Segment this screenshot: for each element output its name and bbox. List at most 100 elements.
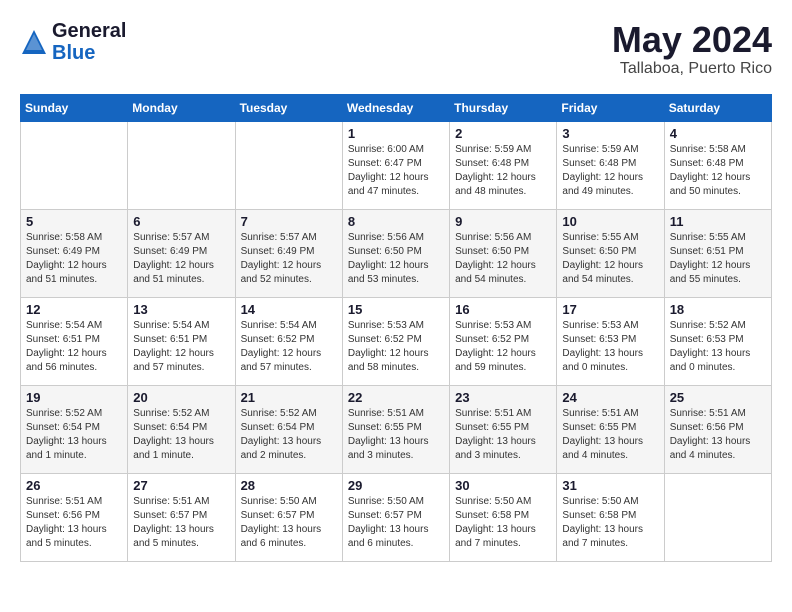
day-number: 15	[348, 302, 444, 317]
calendar-cell	[128, 121, 235, 209]
calendar-cell: 7 Sunrise: 5:57 AM Sunset: 6:49 PM Daylig…	[235, 209, 342, 297]
day-number: 27	[133, 478, 229, 493]
calendar-cell: 15Sunrise: 5:53 AM Sunset: 6:52 PM Dayli…	[342, 297, 449, 385]
weekday-header: Wednesday	[342, 94, 449, 121]
calendar-week-row: 12 Sunrise: 5:54 AM Sunset: 6:51 PM Dayli…	[21, 297, 772, 385]
day-number: 24	[562, 390, 658, 405]
day-number: 30	[455, 478, 551, 493]
calendar-week-row: 1 Sunrise: 6:00 AM Sunset: 6:47 PM Daylig…	[21, 121, 772, 209]
day-number: 13	[133, 302, 229, 317]
day-number: 23	[455, 390, 551, 405]
calendar-cell: 12 Sunrise: 5:54 AM Sunset: 6:51 PM Dayli…	[21, 297, 128, 385]
day-info: Sunrise: 5:51 AM Sunset: 6:57 PM Dayligh…	[133, 495, 229, 551]
logo-blue: Blue	[52, 42, 126, 64]
day-info: Sunrise: 5:51 AM Sunset: 6:55 PM Dayligh…	[455, 407, 551, 463]
calendar-week-row: 5Sunrise: 5:58 AM Sunset: 6:49 PM Daylig…	[21, 209, 772, 297]
calendar-cell: 5Sunrise: 5:58 AM Sunset: 6:49 PM Daylig…	[21, 209, 128, 297]
day-number: 9	[455, 214, 551, 229]
month-title: May 2024	[612, 20, 772, 60]
calendar-week-row: 26 Sunrise: 5:51 AM Sunset: 6:56 PM Dayli…	[21, 473, 772, 561]
day-number: 29	[348, 478, 444, 493]
day-number: 10	[562, 214, 658, 229]
day-info: Sunrise: 5:52 AM Sunset: 6:54 PM Dayligh…	[241, 407, 337, 463]
logo-general: General	[52, 20, 126, 42]
day-number: 18	[670, 302, 766, 317]
day-number: 20	[133, 390, 229, 405]
day-info: Sunrise: 5:51 AM Sunset: 6:56 PM Dayligh…	[26, 495, 122, 551]
title-block: May 2024 Tallaboa, Puerto Rico	[612, 20, 772, 78]
calendar-cell: 3 Sunrise: 5:59 AM Sunset: 6:48 PM Daylig…	[557, 121, 664, 209]
day-number: 4	[670, 126, 766, 141]
day-number: 16	[455, 302, 551, 317]
day-number: 12	[26, 302, 122, 317]
location-title: Tallaboa, Puerto Rico	[612, 60, 772, 78]
calendar-week-row: 19 Sunrise: 5:52 AM Sunset: 6:54 PM Dayli…	[21, 385, 772, 473]
calendar-table: SundayMondayTuesdayWednesdayThursdayFrid…	[20, 94, 772, 562]
page-header: General Blue May 2024 Tallaboa, Puerto R…	[20, 20, 772, 78]
calendar-cell	[235, 121, 342, 209]
day-number: 17	[562, 302, 658, 317]
day-info: Sunrise: 5:51 AM Sunset: 6:55 PM Dayligh…	[562, 407, 658, 463]
day-info: Sunrise: 5:58 AM Sunset: 6:49 PM Dayligh…	[26, 231, 122, 287]
day-info: Sunrise: 5:53 AM Sunset: 6:53 PM Dayligh…	[562, 319, 658, 375]
calendar-cell: 8Sunrise: 5:56 AM Sunset: 6:50 PM Daylig…	[342, 209, 449, 297]
day-info: Sunrise: 5:50 AM Sunset: 6:57 PM Dayligh…	[241, 495, 337, 551]
calendar-cell: 28 Sunrise: 5:50 AM Sunset: 6:57 PM Dayli…	[235, 473, 342, 561]
calendar-cell: 14Sunrise: 5:54 AM Sunset: 6:52 PM Dayli…	[235, 297, 342, 385]
day-number: 11	[670, 214, 766, 229]
day-info: Sunrise: 5:59 AM Sunset: 6:48 PM Dayligh…	[455, 143, 551, 199]
day-info: Sunrise: 6:00 AM Sunset: 6:47 PM Dayligh…	[348, 143, 444, 199]
calendar-cell: 27 Sunrise: 5:51 AM Sunset: 6:57 PM Dayli…	[128, 473, 235, 561]
day-number: 26	[26, 478, 122, 493]
day-info: Sunrise: 5:54 AM Sunset: 6:51 PM Dayligh…	[133, 319, 229, 375]
day-info: Sunrise: 5:52 AM Sunset: 6:54 PM Dayligh…	[133, 407, 229, 463]
calendar-cell: 29 Sunrise: 5:50 AM Sunset: 6:57 PM Dayli…	[342, 473, 449, 561]
day-info: Sunrise: 5:55 AM Sunset: 6:50 PM Dayligh…	[562, 231, 658, 287]
calendar-cell: 11 Sunrise: 5:55 AM Sunset: 6:51 PM Dayli…	[664, 209, 771, 297]
calendar-cell: 30 Sunrise: 5:50 AM Sunset: 6:58 PM Dayli…	[450, 473, 557, 561]
calendar-cell: 17 Sunrise: 5:53 AM Sunset: 6:53 PM Dayli…	[557, 297, 664, 385]
calendar-cell: 23 Sunrise: 5:51 AM Sunset: 6:55 PM Dayli…	[450, 385, 557, 473]
calendar-cell: 31 Sunrise: 5:50 AM Sunset: 6:58 PM Dayli…	[557, 473, 664, 561]
day-info: Sunrise: 5:50 AM Sunset: 6:58 PM Dayligh…	[562, 495, 658, 551]
calendar-cell: 24 Sunrise: 5:51 AM Sunset: 6:55 PM Dayli…	[557, 385, 664, 473]
day-number: 1	[348, 126, 444, 141]
weekday-header: Thursday	[450, 94, 557, 121]
day-number: 2	[455, 126, 551, 141]
day-number: 3	[562, 126, 658, 141]
calendar-header: SundayMondayTuesdayWednesdayThursdayFrid…	[21, 94, 772, 121]
logo-text: General Blue	[52, 20, 126, 64]
calendar-cell: 1 Sunrise: 6:00 AM Sunset: 6:47 PM Daylig…	[342, 121, 449, 209]
day-number: 14	[241, 302, 337, 317]
calendar-cell: 10 Sunrise: 5:55 AM Sunset: 6:50 PM Dayli…	[557, 209, 664, 297]
day-number: 6	[133, 214, 229, 229]
calendar-cell: 21 Sunrise: 5:52 AM Sunset: 6:54 PM Dayli…	[235, 385, 342, 473]
day-info: Sunrise: 5:51 AM Sunset: 6:56 PM Dayligh…	[670, 407, 766, 463]
weekday-header: Monday	[128, 94, 235, 121]
weekday-header: Tuesday	[235, 94, 342, 121]
calendar-cell: 4 Sunrise: 5:58 AM Sunset: 6:48 PM Daylig…	[664, 121, 771, 209]
day-info: Sunrise: 5:58 AM Sunset: 6:48 PM Dayligh…	[670, 143, 766, 199]
day-info: Sunrise: 5:57 AM Sunset: 6:49 PM Dayligh…	[241, 231, 337, 287]
day-number: 19	[26, 390, 122, 405]
day-info: Sunrise: 5:54 AM Sunset: 6:51 PM Dayligh…	[26, 319, 122, 375]
day-info: Sunrise: 5:59 AM Sunset: 6:48 PM Dayligh…	[562, 143, 658, 199]
day-number: 21	[241, 390, 337, 405]
day-number: 28	[241, 478, 337, 493]
day-info: Sunrise: 5:50 AM Sunset: 6:57 PM Dayligh…	[348, 495, 444, 551]
calendar-cell: 2 Sunrise: 5:59 AM Sunset: 6:48 PM Daylig…	[450, 121, 557, 209]
day-info: Sunrise: 5:50 AM Sunset: 6:58 PM Dayligh…	[455, 495, 551, 551]
day-number: 25	[670, 390, 766, 405]
day-info: Sunrise: 5:51 AM Sunset: 6:55 PM Dayligh…	[348, 407, 444, 463]
calendar-cell	[664, 473, 771, 561]
day-info: Sunrise: 5:55 AM Sunset: 6:51 PM Dayligh…	[670, 231, 766, 287]
logo: General Blue	[20, 20, 126, 64]
calendar-cell: 6Sunrise: 5:57 AM Sunset: 6:49 PM Daylig…	[128, 209, 235, 297]
day-info: Sunrise: 5:56 AM Sunset: 6:50 PM Dayligh…	[348, 231, 444, 287]
day-info: Sunrise: 5:52 AM Sunset: 6:54 PM Dayligh…	[26, 407, 122, 463]
day-info: Sunrise: 5:53 AM Sunset: 6:52 PM Dayligh…	[455, 319, 551, 375]
day-number: 31	[562, 478, 658, 493]
logo-icon	[20, 28, 48, 56]
day-number: 7	[241, 214, 337, 229]
day-info: Sunrise: 5:52 AM Sunset: 6:53 PM Dayligh…	[670, 319, 766, 375]
